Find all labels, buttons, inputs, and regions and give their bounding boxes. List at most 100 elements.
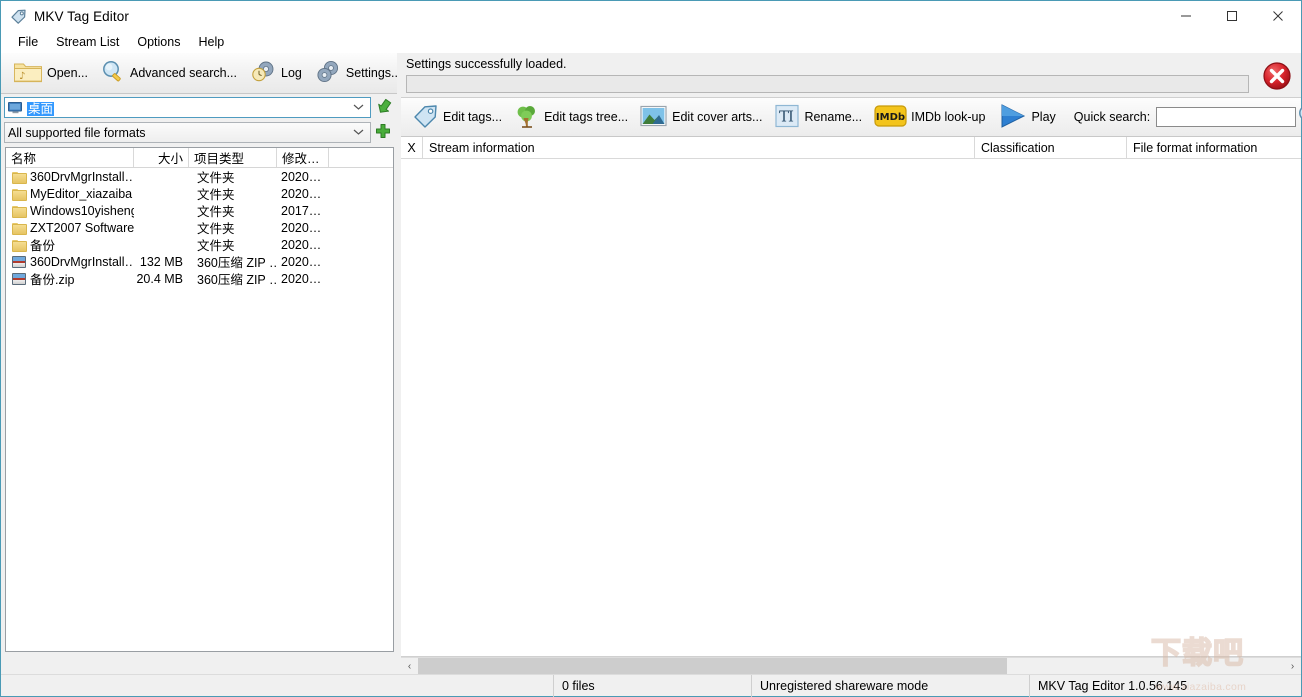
quick-search-go-button[interactable]	[1296, 101, 1302, 133]
window-title: MKV Tag Editor	[34, 8, 129, 24]
file-modified-cell: 2020…	[281, 220, 322, 235]
file-modified-cell: 2020…	[281, 254, 322, 269]
scrollbar-thumb[interactable]	[418, 658, 1007, 674]
file-modified-cell: 2020…	[281, 271, 322, 286]
gear-clock-icon	[249, 59, 277, 88]
file-list-body: 360DrvMgrInstall… 文件夹 2020… MyEditor_xiazai…	[6, 168, 393, 651]
menu-help[interactable]: Help	[189, 33, 233, 51]
file-col-name[interactable]: 名称	[6, 148, 134, 167]
menu-options[interactable]: Options	[128, 33, 189, 51]
chevron-down-icon[interactable]	[353, 127, 364, 138]
file-name-cell: 备份.zip	[6, 269, 134, 288]
menu-file[interactable]: File	[9, 33, 47, 51]
gears-icon	[314, 59, 342, 88]
imdb-lookup-button[interactable]: IMDb IMDb look-up	[868, 98, 991, 136]
open-folder-icon: ♪	[13, 59, 43, 88]
stream-col-classification[interactable]: Classification	[975, 137, 1127, 158]
zip-icon	[12, 255, 26, 268]
folder-icon	[12, 239, 27, 252]
file-name-label: 360DrvMgrInstall…	[30, 254, 134, 269]
table-row[interactable]: Windows10yisheng 文件夹 2017…	[6, 202, 393, 219]
tree-icon	[514, 103, 540, 132]
file-name-label: 备份.zip	[30, 273, 75, 287]
file-modified-cell: 2020…	[281, 237, 322, 252]
edit-tags-button[interactable]: Edit tags...	[407, 98, 508, 136]
play-button[interactable]: Play	[991, 98, 1061, 136]
imdb-icon: IMDb	[874, 104, 907, 131]
file-name-cell: Windows10yisheng	[6, 204, 134, 218]
minimize-button[interactable]	[1163, 1, 1209, 31]
scrollbar-track[interactable]	[418, 658, 1284, 674]
scroll-left-arrow[interactable]: ‹	[401, 658, 418, 674]
location-row: 桌面	[1, 96, 397, 119]
text-rename-icon: T I	[774, 104, 800, 131]
add-files-button[interactable]	[371, 122, 395, 143]
menu-stream-list[interactable]: Stream List	[47, 33, 128, 51]
maximize-button[interactable]	[1209, 1, 1255, 31]
picture-icon	[640, 104, 668, 131]
title-bar: MKV Tag Editor	[1, 1, 1301, 31]
table-row[interactable]: 360DrvMgrInstall… 132 MB 360压缩 ZIP … 2020…	[6, 253, 393, 270]
edit-tags-tree-label: Edit tags tree...	[544, 110, 629, 124]
stream-col-info[interactable]: Stream information	[423, 137, 975, 158]
rename-button[interactable]: T I Rename...	[768, 98, 868, 136]
stream-list-body	[401, 159, 1301, 656]
left-pane-footer	[1, 656, 397, 674]
log-button[interactable]: Log	[243, 54, 308, 92]
stream-pane: Settings successfully loaded. Edit tags.…	[401, 53, 1302, 674]
table-row[interactable]: ZXT2007 Software 文件夹 2020…	[6, 219, 393, 236]
file-col-size[interactable]: 大小	[134, 148, 189, 167]
stop-button[interactable]	[1253, 57, 1301, 97]
location-combobox[interactable]: 桌面	[4, 97, 371, 118]
stream-col-format[interactable]: File format information	[1127, 137, 1301, 158]
horizontal-scrollbar[interactable]: ‹ ›	[401, 657, 1301, 674]
refresh-folder-button[interactable]	[371, 97, 395, 118]
quick-search-input[interactable]	[1156, 107, 1297, 127]
file-col-type[interactable]: 项目类型	[189, 148, 277, 167]
file-name-cell: ZXT2007 Software	[6, 221, 134, 235]
file-type-cell: 360压缩 ZIP …	[197, 273, 277, 287]
edit-tags-tree-button[interactable]: Edit tags tree...	[508, 98, 634, 136]
file-name-label: MyEditor_xiazaiba	[30, 186, 133, 201]
tag-icon	[9, 7, 27, 25]
chevron-down-icon[interactable]	[353, 102, 364, 113]
folder-icon	[12, 205, 27, 218]
file-name-cell: 备份	[6, 235, 134, 254]
svg-text:♪: ♪	[19, 71, 25, 82]
settings-button-label: Settings...	[345, 66, 402, 80]
edit-cover-arts-button[interactable]: Edit cover arts...	[634, 98, 768, 136]
location-value: 桌面	[27, 102, 55, 116]
status-file-count: 0 files	[554, 674, 752, 697]
file-modified-cell: 2017…	[281, 203, 322, 218]
advanced-search-button[interactable]: Advanced search...	[94, 54, 243, 92]
table-row[interactable]: 360DrvMgrInstall… 文件夹 2020…	[6, 168, 393, 185]
imdb-lookup-label: IMDb look-up	[911, 110, 986, 124]
stream-col-x[interactable]: X	[401, 137, 423, 158]
close-button[interactable]	[1255, 1, 1301, 31]
advanced-search-label: Advanced search...	[130, 66, 238, 80]
scroll-right-arrow[interactable]: ›	[1284, 658, 1301, 674]
status-license: Unregistered shareware mode	[752, 674, 1030, 697]
svg-text:I: I	[788, 107, 794, 125]
play-label: Play	[1031, 110, 1056, 124]
main-split: ♪ Open... Advanced search... Log Setting…	[1, 53, 1302, 674]
open-button[interactable]: ♪ Open...	[7, 54, 94, 92]
file-size-cell: 20.4 MB	[136, 271, 183, 286]
progress-bar	[406, 75, 1249, 93]
file-format-filter-combobox[interactable]: All supported file formats	[4, 122, 371, 143]
application-window: MKV Tag Editor File Stream List Options …	[0, 0, 1302, 697]
magnifier-icon	[1296, 103, 1302, 132]
table-row[interactable]: MyEditor_xiazaiba 文件夹 2020…	[6, 185, 393, 202]
folder-icon	[12, 222, 27, 235]
zip-icon	[12, 272, 26, 285]
file-modified-cell: 2020…	[281, 186, 322, 201]
stream-list-table[interactable]: X Stream information Classification File…	[401, 137, 1301, 657]
edit-cover-arts-label: Edit cover arts...	[672, 110, 763, 124]
file-name-cell: 360DrvMgrInstall…	[6, 255, 134, 269]
log-button-label: Log	[281, 66, 302, 80]
file-col-modified[interactable]: 修改…	[277, 148, 329, 167]
table-row[interactable]: 备份.zip 20.4 MB 360压缩 ZIP … 2020…	[6, 270, 393, 287]
file-browser-list[interactable]: 名称 大小 项目类型 修改… 360DrvMgrInstall… 文件夹 2020……	[5, 147, 394, 652]
settings-button[interactable]: Settings...	[308, 54, 408, 92]
table-row[interactable]: 备份 文件夹 2020…	[6, 236, 393, 253]
